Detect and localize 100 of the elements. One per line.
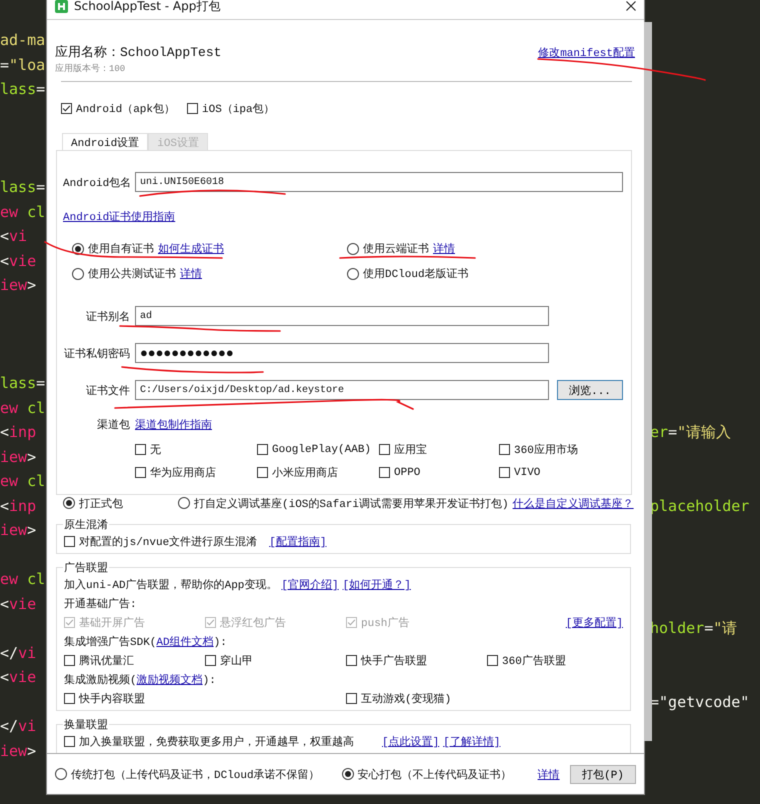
link[interactable]: 详情 — [433, 241, 455, 256]
radio-label: 安心打包（不上传代码及证书） — [358, 768, 512, 782]
checkbox-label: 加入换量联盟，免费获取更多用户，开通越早，权重越高 — [79, 734, 354, 749]
checkbox-label: 无 — [150, 444, 161, 457]
code-line: ="loa — [0, 54, 46, 76]
input-field[interactable]: uni.UNI50E6018 — [135, 172, 623, 192]
code-line: iew> — [0, 275, 36, 296]
app-version: 应用版本号：100 — [55, 62, 126, 76]
checkbox[interactable] — [487, 655, 498, 666]
checkbox[interactable] — [205, 655, 216, 666]
checkbox-label: 互动游戏(变现猫) — [361, 692, 452, 706]
radio-button[interactable] — [55, 768, 67, 780]
checkbox[interactable] — [64, 736, 75, 747]
link[interactable]: [了解详情] — [443, 734, 500, 749]
section-title: 换量联盟 — [63, 718, 109, 732]
code-line: <inp — [0, 422, 36, 443]
checkbox[interactable] — [499, 444, 510, 455]
code-line: lass= — [0, 79, 46, 100]
description: 加入uni-AD广告联盟，帮助你的App变现。 — [64, 578, 278, 592]
checkbox[interactable] — [346, 655, 357, 666]
checkbox[interactable] — [135, 444, 146, 455]
checkbox[interactable] — [64, 655, 75, 666]
tab[interactable]: Android设置 — [62, 133, 148, 150]
link[interactable]: Android证书使用指南 — [63, 212, 176, 224]
link[interactable]: 详情 — [538, 766, 560, 782]
code-line: iew> — [0, 520, 36, 541]
checkbox-label: 基础开屏广告 — [79, 616, 145, 630]
code-line: iew> — [0, 740, 36, 762]
checkbox-label: 悬浮红包广告 — [220, 616, 286, 630]
input-field[interactable]: ad — [135, 306, 549, 326]
checkbox-label: 快手内容联盟 — [79, 692, 145, 706]
checkbox-label: 360应用市场 — [514, 442, 578, 457]
checkbox[interactable] — [64, 536, 75, 547]
input-field[interactable]: C:/Users/oixjd/Desktop/ad.keystore — [135, 380, 549, 400]
checkbox-label: OPPO — [394, 466, 420, 478]
checkbox-label: 快手广告联盟 — [361, 654, 427, 668]
section-label: 开通基础广告: — [64, 596, 137, 611]
checkbox-label: VIVO — [514, 466, 540, 478]
password-field[interactable]: ●●●●●●●●●●●● — [135, 343, 549, 363]
checkbox[interactable] — [187, 102, 198, 114]
field-label: Android包名 — [63, 176, 130, 190]
link[interactable]: 激励视频文档 — [136, 675, 203, 687]
code-line: holder="请 — [650, 618, 738, 639]
link[interactable]: [更多配置] — [566, 618, 623, 630]
radio-label: 使用自有证书 — [88, 242, 154, 256]
checkbox-label: GooglePlay(AAB) — [272, 444, 372, 456]
link[interactable]: 如何生成证书 — [158, 241, 224, 256]
checkbox[interactable] — [379, 467, 390, 478]
radio-button[interactable] — [347, 242, 359, 254]
section-label: 集成增强广告SDK(AD组件文档): — [64, 634, 227, 649]
checkbox[interactable] — [379, 444, 390, 455]
code-line: <vie — [0, 250, 36, 272]
section-title: 广告联盟 — [63, 560, 109, 575]
close-icon[interactable] — [626, 1, 636, 11]
checkbox-label: Android（apk包） — [76, 102, 176, 116]
radio-button[interactable] — [63, 497, 75, 509]
checkbox[interactable] — [257, 467, 268, 478]
checkbox[interactable] — [346, 693, 357, 704]
link[interactable]: [如何开通？] — [342, 577, 411, 592]
link[interactable]: [配置指南] — [269, 534, 326, 549]
link[interactable]: 什么是自定义调试基座？ — [512, 496, 634, 510]
section-title: 原生混淆 — [63, 518, 109, 532]
checkbox[interactable] — [257, 444, 268, 455]
link[interactable]: 修改manifest配置 — [538, 44, 635, 60]
radio-label: 打自定义调试基座(iOS的Safari调试需要用苹果开发证书打包) — [194, 496, 509, 510]
link[interactable]: AD组件文档 — [156, 637, 214, 649]
code-line: ad-ma — [0, 30, 46, 51]
radio-button[interactable] — [342, 768, 354, 780]
pack-button[interactable]: 打包(P) — [570, 764, 636, 784]
link[interactable]: [官网介绍] — [281, 577, 339, 592]
code-line: <vie — [0, 667, 36, 688]
radio-button[interactable] — [347, 268, 359, 280]
checkbox[interactable] — [64, 693, 75, 704]
code-line: lass= — [0, 373, 46, 394]
link[interactable]: 详情 — [180, 266, 202, 281]
app-name: 应用名称：SchoolAppTest — [55, 44, 222, 61]
link[interactable]: [点此设置] — [382, 734, 440, 749]
code-line: lass= — [0, 177, 46, 198]
section-label: 集成激励视频(激励视频文档): — [64, 672, 216, 687]
code-line: ew cl — [0, 202, 46, 222]
code-line: </vi — [0, 642, 36, 664]
checkbox-label: 小米应用商店 — [272, 466, 338, 480]
radio-button[interactable] — [72, 268, 84, 280]
window-title: SchoolAppTest - App打包 — [74, 0, 222, 14]
checkbox-label: iOS（ipa包） — [202, 102, 275, 116]
link[interactable]: 渠道包制作指南 — [135, 416, 212, 432]
checkbox[interactable] — [499, 467, 510, 478]
field-label: 证书文件 — [85, 384, 130, 398]
radio-label: 传统打包（上传代码及证书，DCloud承诺不保留） — [71, 768, 320, 782]
code-line: ew cl — [0, 398, 46, 418]
code-line: ew cl — [0, 471, 46, 492]
checkbox[interactable] — [61, 102, 72, 114]
code-line: placeholder — [650, 496, 750, 516]
checkbox[interactable] — [135, 467, 146, 478]
browse-button[interactable]: 浏览... — [557, 380, 623, 400]
code-line: <inp — [0, 496, 36, 516]
radio-label: 使用云端证书 — [363, 242, 429, 256]
checkbox-label: 应用宝 — [394, 442, 427, 457]
scrollbar[interactable] — [644, 22, 652, 741]
radio-button[interactable] — [178, 497, 190, 509]
